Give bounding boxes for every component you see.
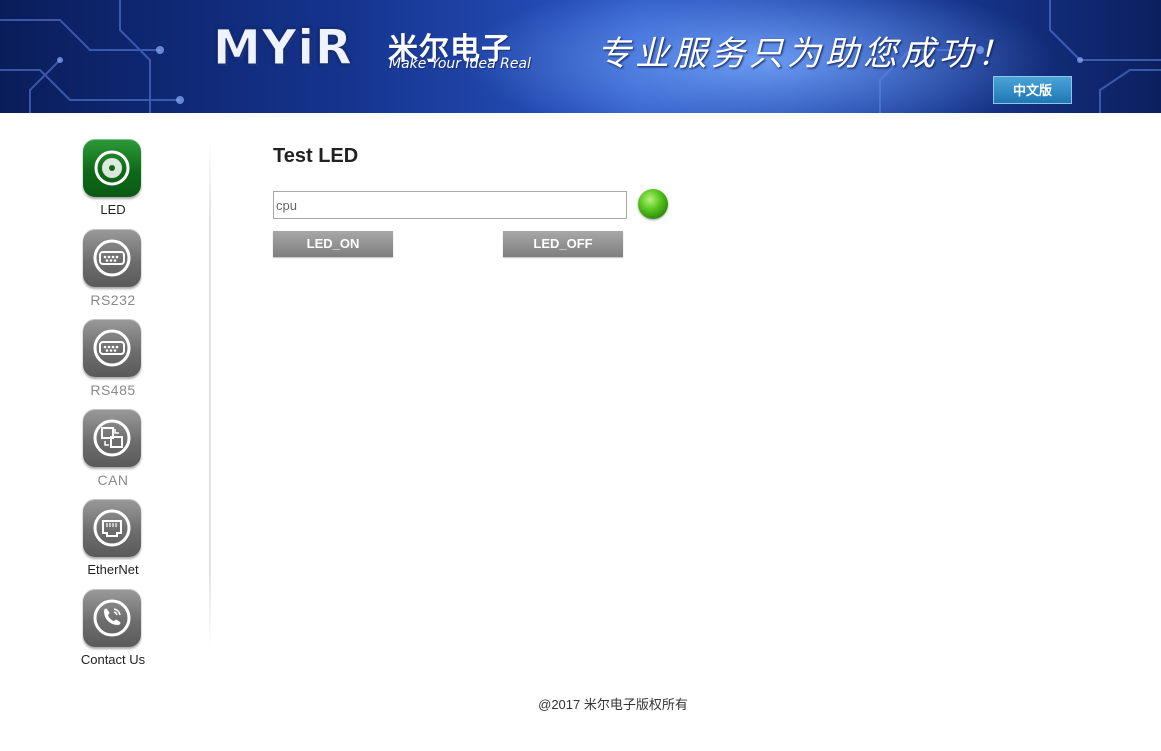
led-status-indicator [638, 189, 668, 219]
sidebar-item-led[interactable]: LED [68, 138, 158, 224]
header-banner: MYiR 米尔电子 Make Your Idea Real 专业服务只为助您成功… [0, 0, 1161, 113]
header-tagline: 专业服务只为助您成功！ [597, 34, 1015, 74]
serial-port-icon [83, 229, 141, 287]
logo-slogan: Make Your Idea Real [389, 56, 531, 72]
phone-icon [83, 589, 141, 647]
ethernet-port-icon [83, 499, 141, 557]
can-network-icon [83, 409, 141, 467]
sidebar-item-can[interactable]: CAN [68, 408, 158, 494]
logo-text: MYiR [213, 20, 353, 76]
sidebar-item-rs232[interactable]: RS232 [68, 228, 158, 314]
led-off-button[interactable]: LED_OFF [503, 231, 623, 257]
sidebar-item-label: EtherNet [87, 562, 139, 577]
language-switch-button[interactable]: 中文版 [993, 76, 1072, 104]
page-title: Test LED [273, 145, 359, 167]
led-name-input[interactable] [273, 191, 627, 219]
sidebar-item-rs485[interactable]: RS485 [68, 318, 158, 404]
sidebar-item-label: Contact Us [80, 652, 146, 667]
sidebar-item-contact-us[interactable]: Contact Us [68, 588, 158, 674]
sidebar-item-label: RS232 [90, 292, 136, 308]
myir-logo[interactable]: MYiR 米尔电子 Make Your Idea Real [213, 20, 533, 76]
sidebar-item-label: RS485 [90, 382, 136, 398]
serial-port-icon [83, 319, 141, 377]
sidebar-divider [209, 140, 211, 650]
footer-copyright: @2017 米尔电子版权所有 [538, 697, 688, 712]
led-icon [83, 139, 141, 197]
led-on-button[interactable]: LED_ON [273, 231, 393, 257]
sidebar-item-label: CAN [97, 472, 129, 488]
sidebar-item-ethernet[interactable]: EtherNet [68, 498, 158, 584]
sidebar-item-label: LED [100, 202, 126, 217]
